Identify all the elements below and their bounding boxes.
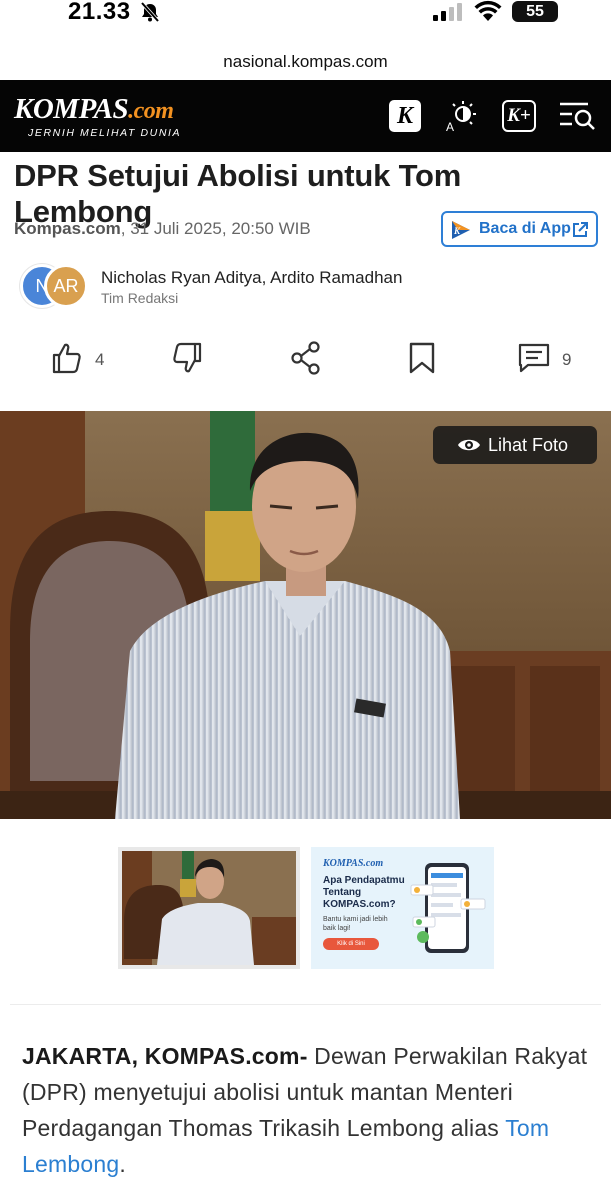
external-link-icon <box>573 222 588 237</box>
article-datetime: , 31 Juli 2025, 20:50 WIB <box>120 219 311 238</box>
author-role: Tim Redaksi <box>101 290 179 306</box>
logo-tagline: JERNIH MELIHAT DUNIA <box>28 127 182 139</box>
logo-suffix: .com <box>128 98 174 124</box>
comment-count: 9 <box>562 350 572 369</box>
related-photo-thumbnail[interactable] <box>118 847 300 969</box>
photo-illustration <box>0 411 611 819</box>
kompas-plus-button[interactable]: K+ <box>502 100 536 132</box>
ad-cta-button[interactable]: Klik di Sini <box>323 938 379 950</box>
article-photo[interactable] <box>0 411 611 819</box>
site-header: KOMPAS.com JERNIH MELIHAT DUNIA K A K+ <box>0 80 611 152</box>
svg-text:K: K <box>453 226 461 236</box>
like-count: 4 <box>95 350 105 369</box>
kompas-k-button[interactable]: K <box>389 100 421 132</box>
status-bar: 21.33 55 <box>0 0 611 30</box>
article-meta: Kompas.com, 31 Juli 2025, 20:50 WIB <box>14 219 311 239</box>
article-body: JAKARTA, KOMPAS.com- Dewan Perwakilan Ra… <box>22 1038 592 1182</box>
status-time: 21.33 <box>68 0 131 25</box>
article-source[interactable]: Kompas.com <box>14 219 121 238</box>
author-names[interactable]: Nicholas Ryan Aditya, Ardito Ramadhan <box>101 268 402 288</box>
survey-ad-banner[interactable]: KOMPAS.com Apa Pendapatmu Tentang KOMPAS… <box>311 847 494 969</box>
thumbs-down-icon[interactable] <box>170 340 206 376</box>
logo-text: KOMPAS <box>14 93 129 125</box>
signal-icon <box>433 3 462 21</box>
thumbs-up-icon[interactable] <box>48 340 84 376</box>
section-divider <box>10 1004 601 1005</box>
avatar[interactable]: AR <box>44 264 88 308</box>
phone-mockup-icon <box>410 863 486 953</box>
eye-icon <box>458 439 480 451</box>
thumbnail-image <box>122 851 296 965</box>
kompas-logo[interactable]: KOMPAS.com JERNIH MELIHAT DUNIA <box>14 94 181 139</box>
view-photo-button[interactable]: Lihat Foto <box>433 426 597 464</box>
ad-headline: Apa Pendapatmu Tentang KOMPAS.com? <box>323 875 405 910</box>
article-dateline: JAKARTA, KOMPAS.com- <box>22 1043 308 1069</box>
view-photo-label: Lihat Foto <box>488 435 569 455</box>
bell-muted-icon <box>140 2 160 22</box>
svg-text:A: A <box>446 120 454 132</box>
bookmark-icon[interactable] <box>404 340 440 376</box>
read-in-app-label: Baca di App <box>479 220 571 237</box>
ad-subtext: Bantu kami jadi lebih baik lagi! <box>323 916 388 932</box>
article-body-end: . <box>119 1151 126 1177</box>
ad-brand: KOMPAS.com <box>323 858 384 869</box>
read-in-app-button[interactable]: K Baca di App <box>441 211 598 247</box>
contrast-icon[interactable]: A <box>444 100 480 132</box>
wifi-icon <box>474 0 502 21</box>
kompas-app-icon: K <box>452 221 470 239</box>
comment-icon[interactable] <box>516 340 552 376</box>
share-icon[interactable] <box>288 340 324 376</box>
address-bar[interactable]: nasional.kompas.com <box>0 44 611 80</box>
menu-search-icon[interactable] <box>558 100 598 132</box>
battery-icon: 55 <box>512 1 558 22</box>
